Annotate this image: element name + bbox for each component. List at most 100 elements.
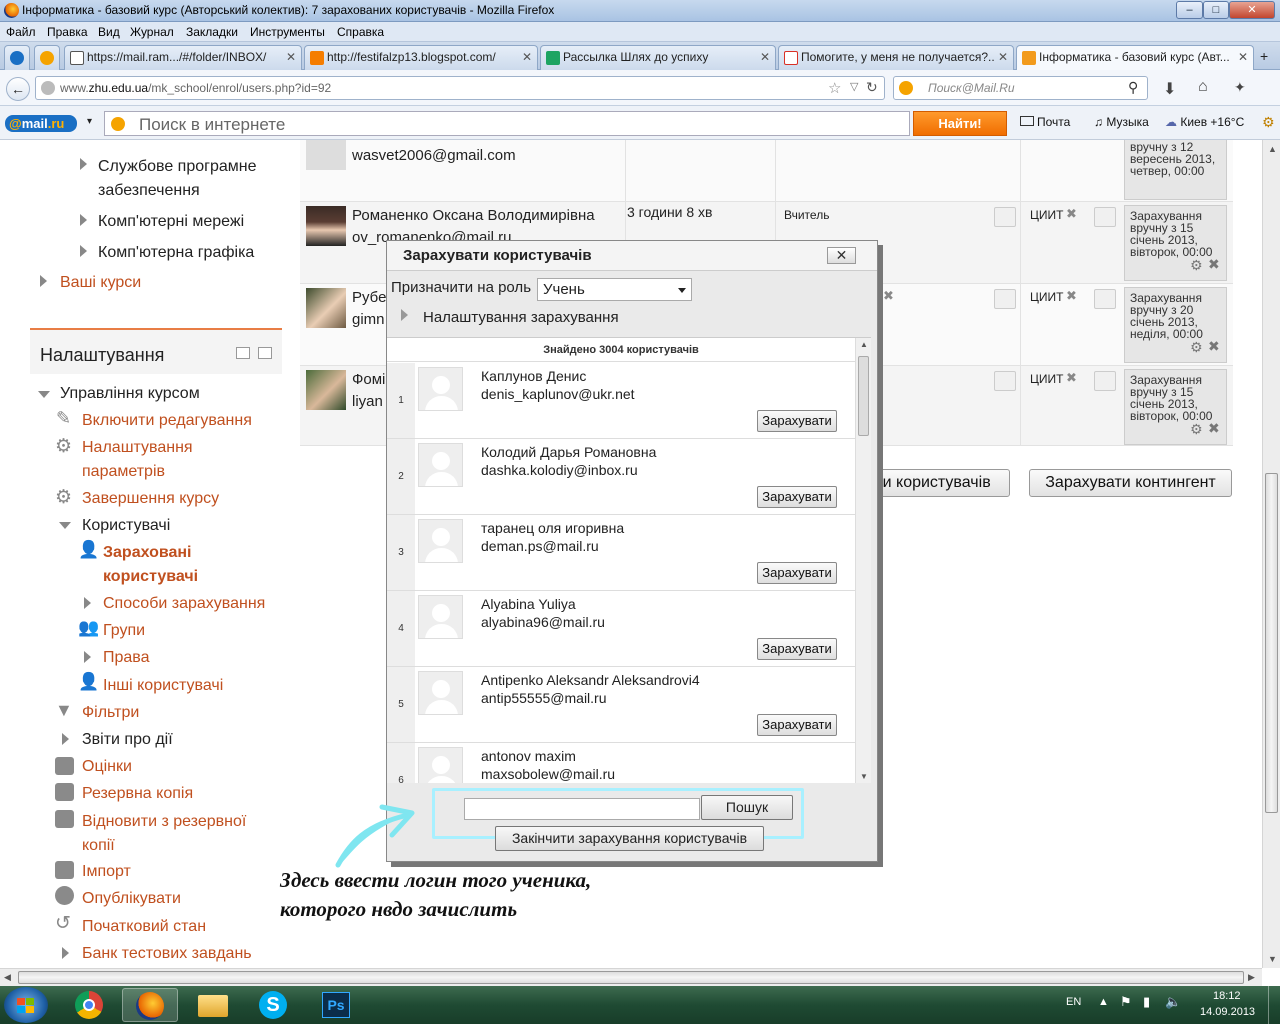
enrol-cohort-button[interactable]: Зарахувати контингент (1029, 469, 1232, 497)
internet-search-input[interactable]: Поиск в интернете (104, 111, 910, 136)
taskbar-explorer[interactable] (185, 988, 241, 1022)
tab-mail-inbox[interactable]: https://mail.ram.../#/folder/INBOX/ ✕ (64, 45, 302, 70)
remove-group-icon[interactable]: ✖ (1066, 370, 1077, 386)
unenrol-icon[interactable]: ✖ (1208, 420, 1220, 437)
unenrol-icon[interactable]: ✖ (1208, 338, 1220, 355)
tab-close-icon[interactable]: ✕ (286, 46, 296, 68)
assign-role-icon[interactable] (994, 289, 1016, 309)
remove-group-icon[interactable]: ✖ (1066, 288, 1077, 304)
scroll-down-icon[interactable]: ▼ (1268, 954, 1277, 964)
download-icon[interactable]: ⬇ (1163, 79, 1176, 99)
gear-icon[interactable]: ⚙ (1190, 257, 1203, 274)
course-settings-link-2[interactable]: параметрів (82, 463, 165, 481)
taskbar-chrome[interactable] (62, 988, 118, 1022)
search-box[interactable]: Поиск@Mail.Ru ⚲ (893, 76, 1148, 100)
enrol-options-toggle[interactable]: Налаштування зарахування (423, 309, 619, 326)
enrolled-users-link-2[interactable]: користувачі (103, 568, 198, 586)
enrol-users-button[interactable]: ти користувачів (856, 469, 1010, 497)
gear-icon[interactable]: ⚙ (1190, 339, 1203, 356)
menu-history[interactable]: Журнал (130, 25, 174, 39)
bookmark-star-icon[interactable]: ☆ (828, 79, 841, 97)
flag-icon[interactable]: ⚑ (1120, 994, 1132, 1010)
course-settings-link[interactable]: Налаштування (82, 439, 193, 457)
enrol-user-button[interactable]: Зарахувати (757, 714, 837, 736)
back-icon[interactable]: ← (6, 77, 30, 101)
tab-help-question[interactable]: Помогите, у меня не получается?... ✕ (778, 45, 1014, 70)
restore-link[interactable]: Відновити з резервної (82, 813, 246, 831)
enrol-user-button[interactable]: Зарахувати (757, 638, 837, 660)
taskbar-photoshop[interactable]: Ps (309, 988, 365, 1022)
your-courses-link[interactable]: Ваші курси (60, 274, 141, 292)
find-button[interactable]: Найти! (913, 111, 1007, 136)
scroll-down-icon[interactable]: ▼ (860, 772, 868, 781)
enrol-user-button[interactable]: Зарахувати (757, 410, 837, 432)
tab-informatics-course[interactable]: Інформатика - базовий курс (Авт... ✕ (1016, 45, 1254, 71)
page-hscroll-thumb[interactable] (18, 971, 1244, 984)
list-scrollbar[interactable]: ▲ ▼ (855, 338, 871, 783)
music-link[interactable]: ♫ Музыка (1094, 115, 1149, 129)
new-tab-icon[interactable]: + (1260, 48, 1268, 64)
network-icon[interactable]: ▮ (1143, 994, 1150, 1010)
taskbar-firefox[interactable] (122, 988, 178, 1022)
language-indicator[interactable]: EN (1066, 996, 1081, 1008)
scroll-up-icon[interactable]: ▲ (860, 340, 868, 349)
close-window-button[interactable]: ✕ (1229, 1, 1275, 19)
role-select[interactable]: Учень (537, 278, 692, 301)
finish-enrolling-button[interactable]: Закінчити зарахування користувачів (495, 826, 764, 851)
tab-close-icon[interactable]: ✕ (998, 46, 1008, 68)
user-search-input[interactable] (464, 798, 700, 820)
tray-arrow-icon[interactable]: ▲ (1098, 996, 1109, 1008)
menu-edit[interactable]: Правка (47, 25, 88, 39)
menu-tools[interactable]: Инструменты (250, 25, 325, 39)
page-vertical-scrollbar[interactable]: ▲ ▼ (1262, 140, 1280, 968)
clock-time[interactable]: 18:12 (1213, 990, 1241, 1002)
page-horizontal-scrollbar[interactable]: ◀ ▶ (0, 968, 1262, 986)
scroll-up-icon[interactable]: ▲ (1268, 144, 1277, 154)
pinned-tab-search[interactable] (34, 45, 60, 70)
menu-view[interactable]: Вид (98, 25, 120, 39)
enrol-user-button[interactable]: Зарахувати (757, 486, 837, 508)
scroll-left-icon[interactable]: ◀ (4, 972, 11, 983)
magnifier-icon[interactable]: ⚲ (1128, 79, 1138, 96)
url-bar[interactable]: www.zhu.edu.ua/mk_school/enrol/users.php… (35, 76, 885, 100)
tab-blogspot[interactable]: http://festifalzp13.blogspot.com/ ✕ (304, 45, 538, 70)
collapse-icon[interactable] (258, 347, 272, 359)
show-desktop-button[interactable] (1268, 986, 1280, 1024)
logo-dropdown-icon[interactable]: ▾ (87, 116, 92, 127)
add-group-icon[interactable] (1094, 371, 1116, 391)
gear-icon[interactable]: ⚙ (1190, 421, 1203, 438)
settings-gear-icon[interactable]: ⚙ (1262, 114, 1275, 131)
mail-link[interactable]: Почта (1020, 115, 1070, 129)
minimize-button[interactable]: – (1176, 1, 1203, 19)
add-group-icon[interactable] (1094, 289, 1116, 309)
add-group-icon[interactable] (1094, 207, 1116, 227)
remove-group-icon[interactable]: ✖ (1066, 206, 1077, 222)
start-button[interactable] (4, 987, 48, 1023)
scroll-right-icon[interactable]: ▶ (1248, 972, 1255, 983)
weather-link[interactable]: ☁ Киев +16°C (1165, 115, 1244, 129)
tab-close-icon[interactable]: ✕ (1238, 46, 1248, 68)
tab-close-icon[interactable]: ✕ (760, 46, 770, 68)
menu-help[interactable]: Справка (337, 25, 384, 39)
home-icon[interactable]: ⌂ (1198, 78, 1208, 96)
list-scroll-thumb[interactable] (858, 356, 869, 436)
maximize-button[interactable]: □ (1203, 1, 1229, 19)
tab-newsletter[interactable]: Рассылка Шлях до успиху ✕ (540, 45, 776, 70)
enrolled-users-link[interactable]: Зараховані (103, 544, 192, 562)
tab-close-icon[interactable]: ✕ (522, 46, 532, 68)
addon-icon[interactable]: ✦ (1234, 79, 1246, 96)
mailru-logo[interactable]: @mail.ru (5, 115, 77, 132)
remove-role-icon[interactable]: ✖ (883, 288, 894, 304)
search-button[interactable]: Пошук (701, 795, 793, 820)
menu-file[interactable]: Файл (6, 25, 36, 39)
taskbar-skype[interactable]: S (246, 988, 302, 1022)
dropdown-arrow-icon[interactable]: ▽ (850, 80, 858, 93)
enrol-user-button[interactable]: Зарахувати (757, 562, 837, 584)
clock-date[interactable]: 14.09.2013 (1200, 1006, 1255, 1018)
assign-role-icon[interactable] (994, 207, 1016, 227)
assign-role-icon[interactable] (994, 371, 1016, 391)
menu-bookmarks[interactable]: Закладки (186, 25, 238, 39)
restore-link-2[interactable]: копії (82, 837, 115, 855)
dialog-close-button[interactable]: ✕ (827, 247, 856, 264)
reload-icon[interactable]: ↻ (866, 79, 878, 96)
